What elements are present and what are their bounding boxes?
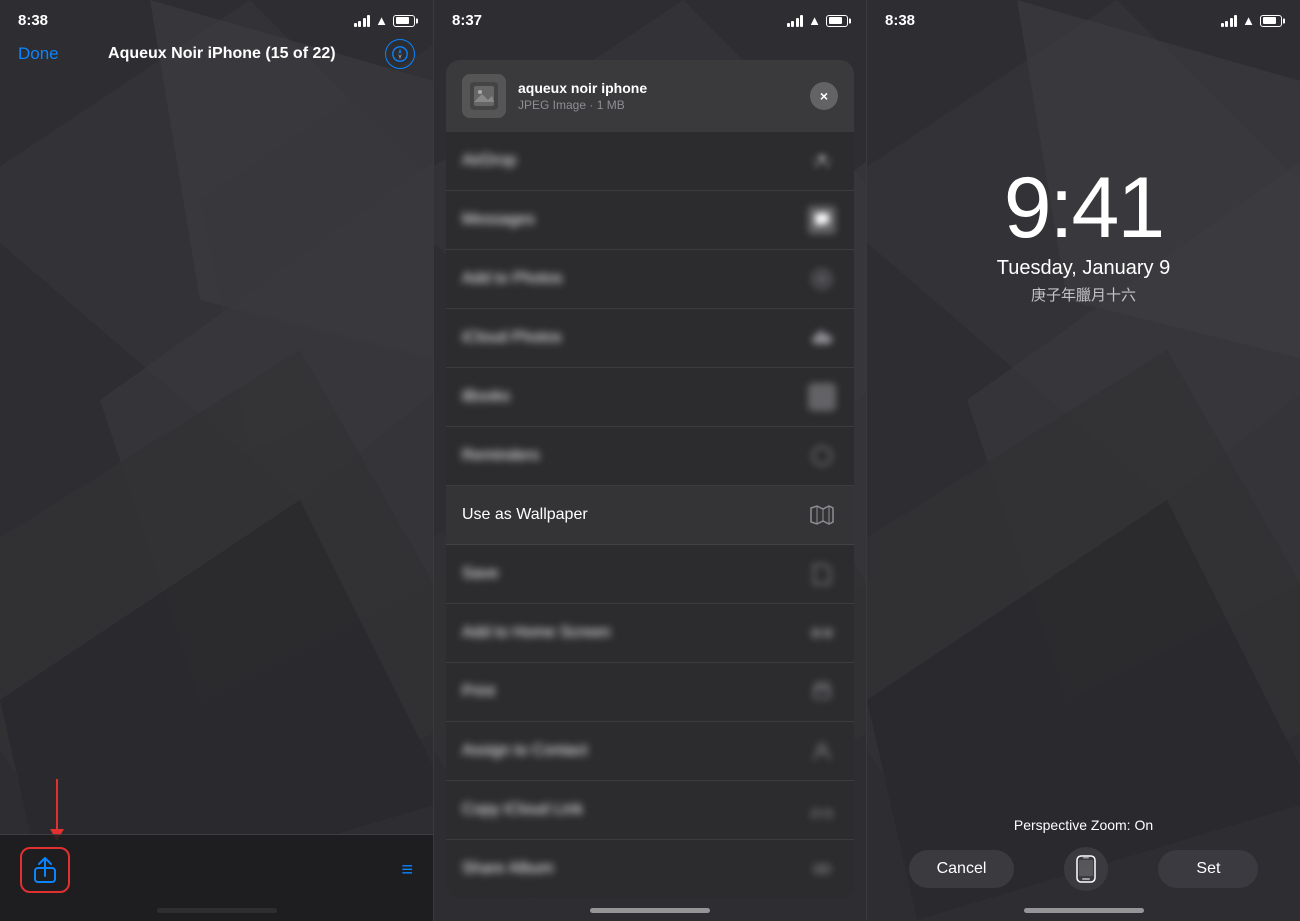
share-item[interactable]: AirDrop <box>446 132 854 191</box>
compass-button[interactable] <box>385 39 415 69</box>
status-icons-p2: ▲ <box>787 13 848 28</box>
share-item[interactable]: Copy iCloud Link <box>446 781 854 840</box>
lock-screen-panel: 8:38 ▲ 9:41 Tuesday, January 9 庚子年臘月十六 P… <box>867 0 1300 921</box>
perspective-zoom-label: Perspective Zoom: On <box>1014 817 1153 833</box>
share-item[interactable]: Messages <box>446 191 854 250</box>
share-sheet-panel: 8:37 ▲ <box>433 0 867 921</box>
lock-screen-content: 9:41 Tuesday, January 9 庚子年臘月十六 <box>867 35 1300 305</box>
wifi-icon-p2: ▲ <box>808 13 821 28</box>
share-item[interactable]: Save <box>446 545 854 604</box>
home-indicator-p2 <box>590 908 710 913</box>
status-time-p2: 8:37 <box>452 12 482 29</box>
battery-icon-p3 <box>1260 15 1282 27</box>
status-icons-p3: ▲ <box>1221 13 1282 28</box>
lock-screen-time: 9:41 <box>1004 165 1163 251</box>
homescreen-icon <box>806 617 838 649</box>
battery-icon-p1 <box>393 15 415 27</box>
share-item[interactable]: Reminders <box>446 427 854 486</box>
signal-icon-p1 <box>354 15 371 27</box>
share-items-list: AirDrop Messages <box>446 132 854 898</box>
lock-screen-date: Tuesday, January 9 <box>997 257 1170 280</box>
print-icon <box>806 676 838 708</box>
wallpaper-background <box>0 0 433 921</box>
list-button[interactable]: ≡ <box>401 859 413 882</box>
cancel-button[interactable]: Cancel <box>909 850 1015 888</box>
reminders-icon <box>806 440 838 472</box>
photos-toolbar: ≡ <box>0 834 433 921</box>
share-item[interactable]: Print <box>446 663 854 722</box>
share-icon[interactable] <box>30 855 60 885</box>
status-icons-p1: ▲ <box>354 13 415 28</box>
photos-icon <box>806 263 838 295</box>
wifi-icon-p3: ▲ <box>1242 13 1255 28</box>
contact-icon <box>806 735 838 767</box>
link-icon <box>806 794 838 826</box>
share-sheet: aqueux noir iphone JPEG Image · 1 MB × A… <box>446 60 854 898</box>
wallpaper-buttons: Cancel Set <box>909 847 1259 891</box>
set-button[interactable]: Set <box>1158 850 1258 888</box>
status-bar-panel2: 8:37 ▲ <box>434 0 866 35</box>
status-time-p1: 8:38 <box>18 12 48 29</box>
wallpaper-icon <box>806 499 838 531</box>
airdrop-icon <box>806 145 838 177</box>
share-item[interactable]: Share Album <box>446 840 854 898</box>
photos-viewer-panel: 8:38 ▲ Done Aqueux Noir iPhone (15 of 22… <box>0 0 433 921</box>
share-item[interactable]: iBooks <box>446 368 854 427</box>
share-sheet-title: aqueux noir iphone JPEG Image · 1 MB <box>518 80 810 112</box>
share-item[interactable]: Add to Photos <box>446 250 854 309</box>
file-meta: JPEG Image · 1 MB <box>518 98 810 112</box>
books-icon <box>806 381 838 413</box>
icloud-icon <box>806 322 838 354</box>
signal-icon-p2 <box>787 15 804 27</box>
photo-title: Aqueux Noir iPhone (15 of 22) <box>69 45 375 63</box>
home-indicator-p3 <box>1024 908 1144 913</box>
photos-nav-bar: Done Aqueux Noir iPhone (15 of 22) <box>0 35 433 81</box>
status-time-p3: 8:38 <box>885 12 915 29</box>
signal-icon-p3 <box>1221 15 1238 27</box>
wifi-icon-p1: ▲ <box>375 13 388 28</box>
battery-icon-p2 <box>826 15 848 27</box>
file-name: aqueux noir iphone <box>518 80 810 96</box>
messages-icon <box>806 204 838 236</box>
arrow-indicator <box>50 779 64 841</box>
lock-screen-lunar: 庚子年臘月十六 <box>1031 284 1136 305</box>
share-item[interactable]: Assign to Contact <box>446 722 854 781</box>
share-sheet-header: aqueux noir iphone JPEG Image · 1 MB × <box>446 60 854 132</box>
share-item[interactable]: iCloud Photos <box>446 309 854 368</box>
share-button-highlighted[interactable] <box>20 847 70 893</box>
use-as-wallpaper-label: Use as Wallpaper <box>462 506 806 524</box>
status-bar-panel3: 8:38 ▲ <box>867 0 1300 35</box>
album-icon <box>806 853 838 885</box>
wallpaper-phone-icon[interactable] <box>1064 847 1108 891</box>
wallpaper-actions: Perspective Zoom: On Cancel Set <box>867 817 1300 891</box>
save-icon <box>806 558 838 590</box>
done-button[interactable]: Done <box>18 44 59 64</box>
file-thumbnail <box>462 74 506 118</box>
status-bar-panel1: 8:38 ▲ <box>0 0 433 35</box>
share-item[interactable]: Add to Home Screen <box>446 604 854 663</box>
use-as-wallpaper-item[interactable]: Use as Wallpaper <box>446 486 854 545</box>
share-sheet-close-button[interactable]: × <box>810 82 838 110</box>
